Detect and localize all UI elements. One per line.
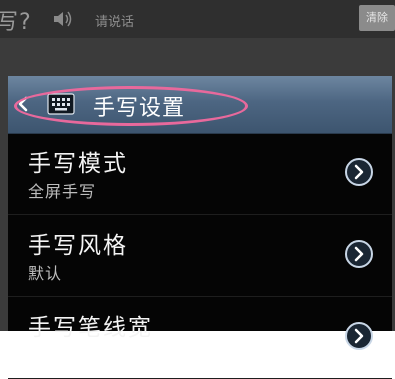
highlight-annotation [14,86,248,126]
speaker-icon [52,9,74,29]
handwriting-settings-dialog: 手写设置 手写模式 全屏手写 手写风格 默认 手写笔线宽 [8,76,392,379]
chevron-right-icon[interactable] [344,239,374,269]
list-item-handwriting-style[interactable]: 手写风格 默认 [8,215,392,297]
list-item-value: 默认 [28,264,63,283]
background-topbar: 写? 请说话 清除 [0,0,395,38]
chevron-right-icon[interactable] [344,321,374,351]
background-title: 写? [0,10,32,35]
list-item-value: 全屏手写 [28,182,97,201]
dialog-header: 手写设置 [8,76,392,134]
clear-button[interactable]: 清除 [359,5,395,31]
list-item-label: 手写模式 [28,151,128,177]
chevron-right-icon[interactable] [344,157,374,187]
list-item-label: 手写笔线宽 [28,315,153,341]
list-item-handwriting-mode[interactable]: 手写模式 全屏手写 [8,133,392,215]
background-hint: 请说话 [95,15,135,30]
list-item-label: 手写风格 [28,233,128,259]
list-item-pen-width[interactable]: 手写笔线宽 [8,297,392,379]
